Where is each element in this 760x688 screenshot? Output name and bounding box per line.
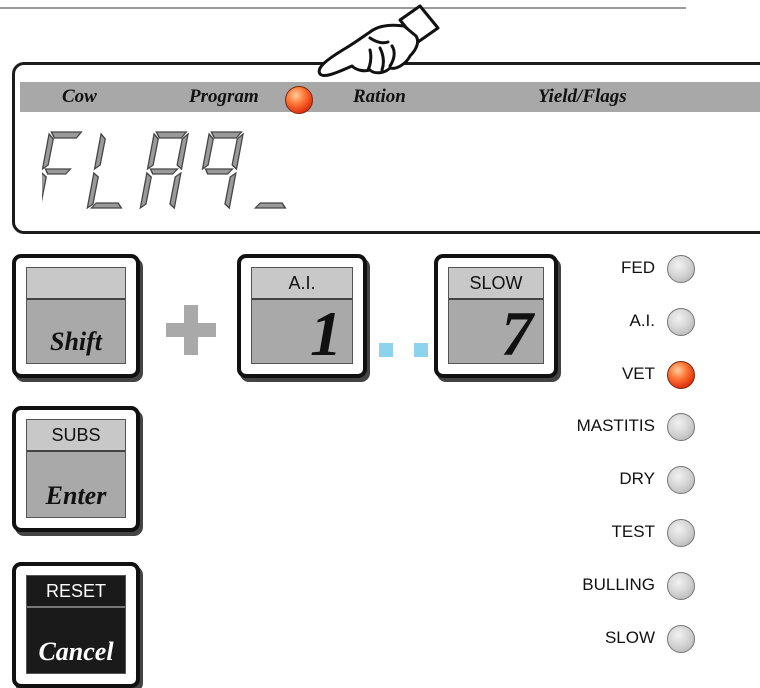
flag-label-slow: SLOW bbox=[604, 628, 655, 647]
plus-sign bbox=[166, 305, 216, 355]
shift-key-label: Shift bbox=[49, 327, 103, 356]
cancel-key[interactable]: RESET Cancel bbox=[12, 562, 140, 688]
lcd-readout bbox=[34, 128, 302, 219]
ai-1-key-top: A.I. bbox=[252, 268, 352, 300]
flag-led-dry bbox=[667, 466, 695, 494]
mode-label-cow: Cow bbox=[62, 86, 97, 107]
flag-led-mastitis bbox=[667, 413, 695, 441]
mode-label-ration: Ration bbox=[353, 86, 406, 107]
mode-label-yield-flags: Yield/Flags bbox=[538, 86, 627, 107]
flag-label-bulling: BULLING bbox=[582, 575, 655, 594]
cancel-key-top: RESET bbox=[27, 576, 125, 608]
flag-label-dry: DRY bbox=[619, 469, 655, 488]
flag-led-fed bbox=[667, 255, 695, 283]
flag-led-test bbox=[667, 519, 695, 547]
range-dot-1 bbox=[379, 343, 393, 357]
slow-7-key-label: 7 bbox=[501, 298, 533, 369]
program-mode-led bbox=[285, 86, 313, 114]
flag-label-mastitis: MASTITIS bbox=[576, 416, 655, 435]
flag-label-ai: A.I. bbox=[629, 311, 655, 330]
cancel-key-label: Cancel bbox=[38, 637, 114, 666]
shift-key[interactable]: Shift bbox=[12, 254, 140, 378]
range-dot-2 bbox=[414, 343, 428, 357]
enter-key-label: Enter bbox=[45, 481, 107, 510]
mode-label-program: Program bbox=[189, 86, 259, 107]
enter-key-top: SUBS bbox=[27, 420, 125, 452]
flag-led-ai bbox=[667, 308, 695, 336]
flag-led-slow bbox=[667, 625, 695, 653]
ai-1-key[interactable]: A.I. 1 bbox=[237, 254, 367, 378]
ai-1-key-label: 1 bbox=[310, 298, 342, 369]
shift-key-top bbox=[27, 268, 125, 300]
enter-key[interactable]: SUBS Enter bbox=[12, 406, 140, 532]
flag-label-test: TEST bbox=[611, 522, 655, 541]
flag-label-vet: VET bbox=[621, 364, 655, 383]
flag-led-bulling bbox=[667, 572, 695, 600]
pointing-hand-icon bbox=[312, 2, 452, 87]
flag-label-fed: FED bbox=[621, 258, 655, 277]
flag-led-vet bbox=[667, 361, 695, 389]
